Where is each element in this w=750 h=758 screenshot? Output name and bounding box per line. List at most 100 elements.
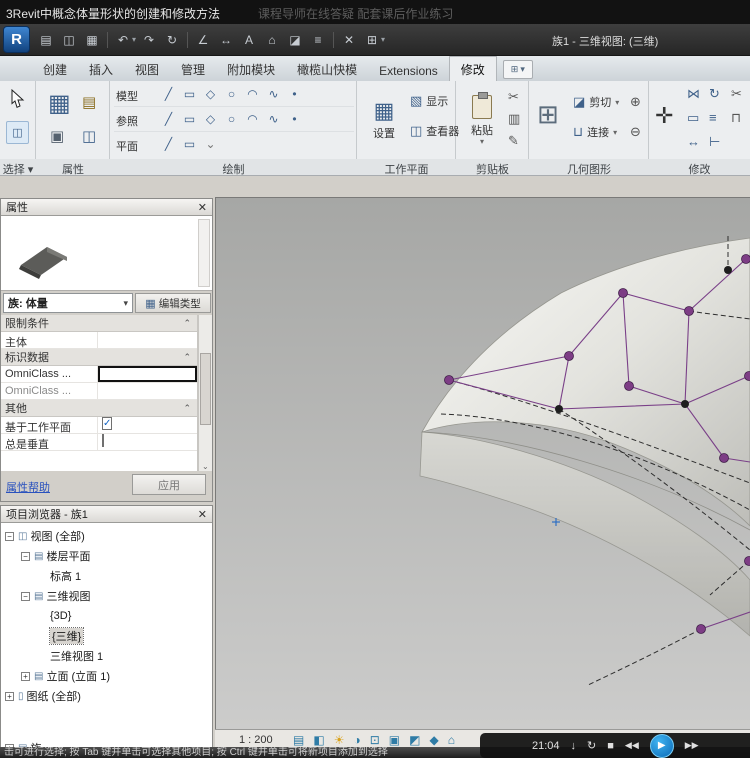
apply-button[interactable]: 应用: [132, 474, 206, 495]
undo-dropdown-icon[interactable]: ▾: [132, 35, 136, 44]
control-point[interactable]: [445, 376, 454, 385]
set-workplane-button[interactable]: ▦ 设置: [361, 85, 407, 155]
collapse-box-icon[interactable]: −: [5, 532, 14, 541]
tab-extensions[interactable]: Extensions: [368, 60, 449, 81]
sun-icon[interactable]: ☀: [334, 733, 345, 747]
tab-create[interactable]: 创建: [32, 57, 78, 81]
shadows-icon[interactable]: ◑: [353, 733, 360, 747]
tab-addins[interactable]: 附加模块: [216, 57, 286, 81]
properties-scrollbar[interactable]: ⌄: [198, 315, 212, 471]
visual-style-icon[interactable]: ◧: [313, 733, 324, 747]
cut-geometry-button[interactable]: ◪ 剪切 ▾: [573, 94, 619, 110]
control-point[interactable]: [685, 307, 694, 316]
home-view-icon[interactable]: ⌂: [448, 733, 455, 747]
switch-windows-dropdown-icon[interactable]: ▾: [381, 35, 385, 44]
profile-point[interactable]: [724, 266, 732, 274]
rectangle-tool-icon[interactable]: ▭: [179, 109, 200, 129]
geometry-main-icon[interactable]: ⊞: [537, 99, 559, 130]
workplane-based-checkbox[interactable]: ✓: [102, 417, 112, 430]
control-point[interactable]: [745, 557, 750, 566]
scale-control[interactable]: 1 : 200: [239, 734, 273, 746]
transfer-standards-icon[interactable]: ◫: [82, 127, 96, 145]
modify-cursor-icon[interactable]: [10, 89, 26, 109]
mirror-icon[interactable]: ⋈: [687, 86, 700, 102]
omniclass-title-cell[interactable]: [98, 383, 197, 399]
control-point[interactable]: [619, 289, 628, 298]
select-panel-label[interactable]: 选择 ▾: [0, 161, 36, 177]
resize-icon[interactable]: ↔: [687, 134, 700, 149]
control-point[interactable]: [625, 382, 634, 391]
tree-item-3dviews[interactable]: − ▤ 三维视图: [1, 587, 212, 605]
tree-item-views[interactable]: − ◫ 视图 (全部): [1, 527, 212, 545]
align-icon[interactable]: ≡: [709, 110, 717, 125]
next-icon[interactable]: ▶▶: [685, 740, 699, 751]
close-hidden-windows-icon[interactable]: ✕: [339, 29, 359, 50]
dimension-icon[interactable]: ↔: [216, 29, 236, 50]
tree-item-sheets[interactable]: + ▯ 图纸 (全部): [1, 687, 212, 705]
thin-lines-icon[interactable]: ≡: [308, 29, 328, 50]
section-icon[interactable]: ◪: [285, 29, 305, 50]
collapse-box-icon[interactable]: −: [21, 592, 30, 601]
point-tool-icon[interactable]: •: [284, 84, 305, 104]
split-icon[interactable]: ✂: [731, 86, 742, 102]
tree-item-3d-selected[interactable]: {三维}: [1, 627, 212, 645]
line-tool-icon[interactable]: ╱: [158, 134, 179, 154]
control-point[interactable]: [745, 372, 750, 381]
control-point[interactable]: [720, 454, 729, 463]
offset-icon[interactable]: ▭: [687, 110, 699, 126]
save-icon[interactable]: ◫: [59, 29, 79, 50]
control-point[interactable]: [697, 625, 706, 634]
switch-windows-icon[interactable]: ⊞: [362, 29, 382, 50]
crop-icon[interactable]: ⊡: [370, 733, 380, 747]
viewer-button[interactable]: ◫ 查看器: [410, 123, 459, 139]
collapse-box-icon[interactable]: −: [21, 552, 30, 561]
loop-icon[interactable]: ↻: [587, 739, 596, 752]
control-point[interactable]: [565, 352, 574, 361]
ribbon-display-toggle[interactable]: ⊞ ▾: [503, 60, 533, 79]
join-geometry-button[interactable]: ⊔ 连接 ▾: [573, 124, 617, 140]
remove-icon[interactable]: ⊖: [630, 124, 641, 140]
circle-tool-icon[interactable]: ○: [221, 109, 242, 129]
point-tool-icon[interactable]: •: [284, 109, 305, 129]
type-selector-dropdown[interactable]: 族: 体量 ▾: [3, 293, 133, 313]
stop-icon[interactable]: ■: [607, 740, 614, 752]
tree-item-3dview1[interactable]: 三维视图 1: [1, 647, 212, 665]
section-identity-data[interactable]: 标识数据 ⌃: [1, 349, 197, 366]
copy-icon[interactable]: ▥: [508, 111, 520, 127]
temporary-hide-icon[interactable]: ◩: [409, 733, 420, 747]
drawing-area[interactable]: [215, 197, 750, 729]
close-icon[interactable]: ✕: [198, 201, 207, 214]
spline-tool-icon[interactable]: ∿: [263, 84, 284, 104]
modify-button[interactable]: ◫: [6, 121, 29, 144]
always-vertical-checkbox[interactable]: [102, 434, 104, 447]
profile-point[interactable]: [681, 400, 689, 408]
rotate-icon[interactable]: ↻: [709, 86, 720, 102]
close-icon[interactable]: ✕: [198, 508, 207, 521]
scroll-down-icon[interactable]: ⌄: [202, 462, 209, 471]
arc-tool-icon[interactable]: ◠: [242, 84, 263, 104]
3d-viewport-canvas[interactable]: [216, 198, 750, 729]
show-workplane-button[interactable]: ▧ 显示: [410, 93, 448, 109]
play-button[interactable]: ▶: [650, 734, 674, 758]
profile-point[interactable]: [555, 405, 563, 413]
add-icon[interactable]: ⊕: [630, 94, 641, 110]
application-menu-button[interactable]: R: [3, 26, 30, 53]
show-crop-icon[interactable]: ▣: [389, 733, 400, 747]
arc-tool-icon[interactable]: ◠: [242, 109, 263, 129]
section-other[interactable]: 其他 ⌃: [1, 400, 197, 417]
sync-icon[interactable]: ↻: [162, 29, 182, 50]
match-properties-icon[interactable]: ✎: [508, 133, 519, 149]
omniclass-number-cell[interactable]: [98, 366, 197, 382]
scrollbar-thumb[interactable]: [200, 353, 211, 425]
scroll-down-icon[interactable]: ⌄: [200, 134, 221, 154]
cut-to-clipboard-icon[interactable]: ✂: [508, 89, 519, 105]
tree-item-3d[interactable]: {3D}: [1, 607, 212, 625]
polygon-tool-icon[interactable]: ◇: [200, 84, 221, 104]
move-icon[interactable]: ✛: [655, 103, 673, 129]
tree-item-level1[interactable]: 标高 1: [1, 567, 212, 585]
family-types-icon[interactable]: ▤: [82, 93, 96, 111]
expand-box-icon[interactable]: +: [21, 672, 30, 681]
trim-icon[interactable]: ⊢: [709, 134, 720, 150]
spline-tool-icon[interactable]: ∿: [263, 109, 284, 129]
line-tool-icon[interactable]: ╱: [158, 109, 179, 129]
